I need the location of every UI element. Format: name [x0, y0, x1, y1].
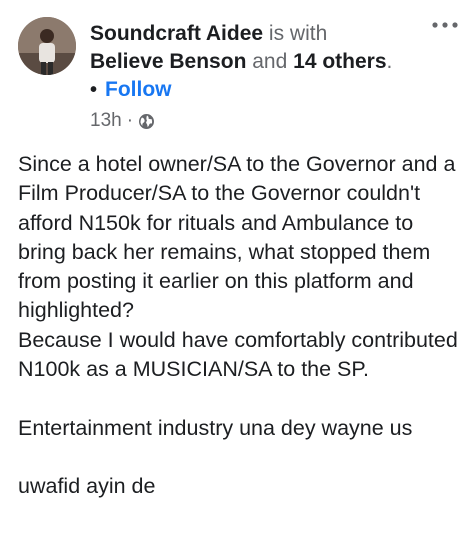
post-header: Soundcraft Aidee is with Believe Benson …	[90, 20, 420, 104]
author-name[interactable]: Soundcraft Aidee	[90, 22, 263, 45]
globe-icon[interactable]	[138, 113, 155, 130]
and-text: and	[252, 50, 288, 73]
post-body: Since a hotel owner/SA to the Governor a…	[18, 152, 458, 499]
post-meta: 13h ·	[90, 110, 155, 132]
with-text: is with	[268, 22, 328, 45]
tagged-person[interactable]: Believe Benson	[90, 50, 246, 73]
meta-separator: ·	[126, 110, 134, 131]
more-options-icon[interactable]	[431, 18, 459, 30]
avatar-photo	[18, 17, 76, 75]
others-link[interactable]: 14 others	[293, 50, 386, 73]
period-text: .	[386, 50, 393, 73]
follow-button[interactable]: Follow	[105, 78, 172, 101]
bullet-separator: •	[90, 79, 98, 101]
timestamp[interactable]: 13h	[90, 110, 122, 132]
avatar[interactable]	[18, 17, 76, 75]
